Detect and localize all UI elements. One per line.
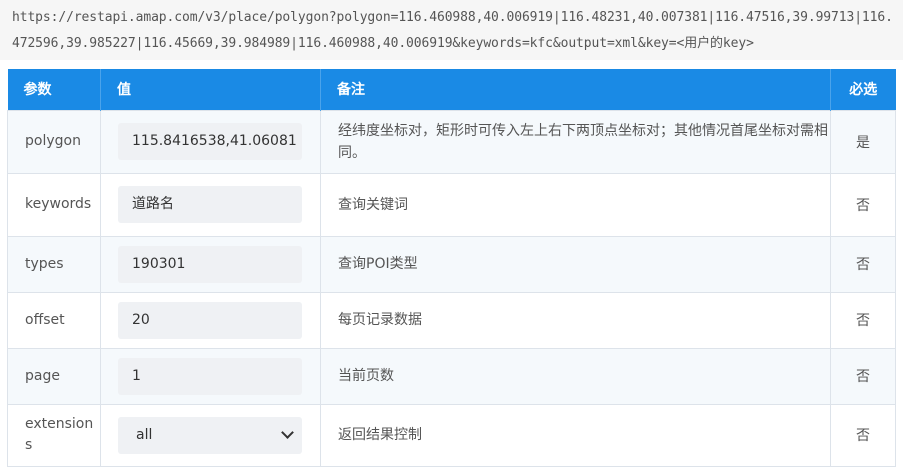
- table-row: extensions all 返回结果控制 否: [7, 403, 896, 467]
- param-note: 查询关键词: [320, 172, 831, 237]
- param-required: 是: [830, 109, 896, 174]
- param-note: 查询POI类型: [320, 235, 831, 293]
- param-name: polygon: [7, 109, 101, 174]
- keywords-input[interactable]: 道路名: [118, 186, 302, 223]
- extensions-selected-value: all: [136, 426, 153, 443]
- header-required: 必选: [830, 69, 896, 110]
- param-note: 每页记录数据: [320, 291, 831, 349]
- table-header-row: 参数 值 备注 必选: [7, 69, 896, 110]
- param-required: 否: [830, 291, 896, 349]
- table-row: page 1 当前页数 否: [7, 347, 896, 405]
- param-name: offset: [7, 291, 101, 349]
- param-note: 当前页数: [320, 347, 831, 405]
- header-param: 参数: [7, 69, 101, 110]
- param-name: types: [7, 235, 101, 293]
- table-row: types 190301 查询POI类型 否: [7, 235, 896, 293]
- chevron-down-icon: [281, 426, 294, 439]
- param-note: 经纬度坐标对，矩形时可传入左上右下两顶点坐标对；其他情况首尾坐标对需相同。: [320, 109, 831, 174]
- header-note: 备注: [320, 69, 831, 110]
- param-name: keywords: [7, 172, 101, 237]
- request-url: https://restapi.amap.com/v3/place/polygo…: [0, 0, 903, 60]
- param-name: page: [7, 347, 101, 405]
- param-required: 否: [830, 347, 896, 405]
- param-note: 返回结果控制: [320, 403, 831, 467]
- polygon-input[interactable]: 115.8416538,41.06081: [118, 123, 302, 160]
- table-row: polygon 115.8416538,41.06081 经纬度坐标对，矩形时可…: [7, 109, 896, 174]
- table-row: offset 20 每页记录数据 否: [7, 291, 896, 349]
- param-required: 否: [830, 403, 896, 467]
- offset-input[interactable]: 20: [118, 301, 302, 339]
- extensions-select[interactable]: all: [118, 416, 302, 454]
- param-name: extensions: [7, 403, 101, 467]
- types-input[interactable]: 190301: [118, 245, 302, 283]
- params-table: 参数 值 备注 必选 polygon 115.8416538,41.06081 …: [7, 69, 896, 467]
- table-row: keywords 道路名 查询关键词 否: [7, 172, 896, 237]
- param-required: 否: [830, 172, 896, 237]
- param-required: 否: [830, 235, 896, 293]
- header-value: 值: [100, 69, 321, 110]
- page-input[interactable]: 1: [118, 357, 302, 395]
